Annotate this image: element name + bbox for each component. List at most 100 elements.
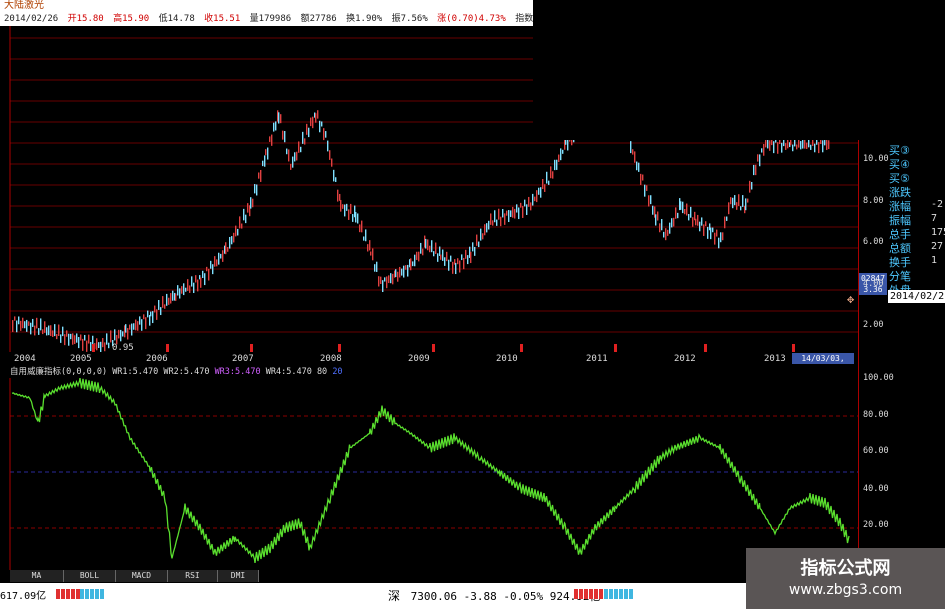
year-label-2011: 2011 xyxy=(586,354,608,364)
candle xyxy=(84,334,86,341)
candle xyxy=(348,209,350,220)
indicator-tick-2: 60.00 xyxy=(863,446,889,456)
candle xyxy=(58,324,60,336)
candle xyxy=(796,144,798,150)
tab-boll[interactable]: BOLL xyxy=(64,570,116,582)
candle xyxy=(90,342,92,352)
candle xyxy=(160,307,162,316)
candle xyxy=(488,220,490,230)
candle xyxy=(433,251,435,257)
candle xyxy=(552,171,554,179)
event-marker[interactable] xyxy=(166,344,169,352)
indicator-wr4: WR4:5.470 xyxy=(265,367,312,377)
event-marker[interactable] xyxy=(520,344,523,352)
candle xyxy=(781,142,783,153)
event-marker[interactable] xyxy=(704,344,707,352)
candle xyxy=(667,229,669,236)
range-label[interactable]: 14/03/03, xyxy=(792,353,854,364)
candle xyxy=(675,207,677,219)
candle xyxy=(636,161,638,171)
candle xyxy=(12,320,14,332)
candle xyxy=(632,149,634,155)
quote-date: 2014/02/26 xyxy=(4,14,59,24)
candle xyxy=(697,214,699,226)
candle xyxy=(80,334,82,341)
candle xyxy=(742,195,744,207)
candle xyxy=(365,229,367,242)
candle xyxy=(726,216,728,221)
candle xyxy=(333,169,335,182)
candle xyxy=(269,136,271,142)
candle xyxy=(459,260,461,273)
candle xyxy=(172,290,174,301)
tab-dmi[interactable]: DMI xyxy=(218,570,259,582)
candle xyxy=(659,223,661,233)
candle xyxy=(256,184,258,196)
indicator-chart[interactable] xyxy=(0,378,858,570)
candle xyxy=(444,257,446,266)
candle xyxy=(108,342,110,349)
candle xyxy=(250,197,252,209)
event-marker[interactable] xyxy=(92,344,95,352)
tab-ma[interactable]: MA xyxy=(10,570,64,582)
candle xyxy=(476,234,478,246)
tab-macd[interactable]: MACD xyxy=(116,570,168,582)
candle xyxy=(663,231,665,238)
candle xyxy=(405,265,407,270)
candle xyxy=(66,330,68,337)
candle xyxy=(540,187,542,198)
quote-close: 收15.51 xyxy=(204,14,241,24)
candle xyxy=(137,321,139,331)
event-marker[interactable] xyxy=(250,344,253,352)
quote-change: 涨(0.70)4.73% xyxy=(437,14,506,24)
tab-rsi[interactable]: RSI xyxy=(168,570,218,582)
candle xyxy=(439,246,441,256)
candle xyxy=(684,208,686,215)
event-marker[interactable] xyxy=(338,344,341,352)
event-marker[interactable] xyxy=(792,344,795,352)
candle xyxy=(640,173,642,185)
candle xyxy=(296,151,298,161)
status-left-amount: 617.09亿 xyxy=(0,591,47,602)
candle xyxy=(773,141,775,154)
candle xyxy=(64,334,66,346)
candle xyxy=(152,311,154,324)
candle xyxy=(490,213,492,225)
event-marker[interactable] xyxy=(614,344,617,352)
candle xyxy=(44,321,46,333)
candle xyxy=(463,257,465,270)
candle xyxy=(397,271,399,282)
candle xyxy=(480,228,482,241)
quote-index: 指数(-488. xyxy=(515,14,533,24)
candle xyxy=(300,146,302,153)
market-bars4-icon xyxy=(604,589,634,599)
candle xyxy=(264,155,266,167)
candle xyxy=(243,208,245,221)
candle xyxy=(427,239,429,251)
candle xyxy=(699,221,701,232)
candle xyxy=(156,309,158,320)
candle xyxy=(82,338,84,351)
candle xyxy=(669,222,671,234)
candle xyxy=(532,193,534,206)
candle xyxy=(331,158,333,167)
event-marker[interactable] xyxy=(432,344,435,352)
candle xyxy=(474,246,476,256)
market-index-value: 7300.06 xyxy=(410,590,457,603)
candle xyxy=(34,325,36,336)
candle xyxy=(98,342,100,349)
candle xyxy=(54,324,56,337)
market-index: 深 7300.06 -3.88 -0.05% 924.92亿 xyxy=(388,587,601,604)
candle xyxy=(736,202,738,210)
candle xyxy=(48,325,50,336)
candle xyxy=(714,232,716,245)
year-label-2008: 2008 xyxy=(320,354,342,364)
candle xyxy=(520,202,522,208)
candle xyxy=(359,224,361,233)
candle xyxy=(187,279,189,291)
candle xyxy=(824,139,826,146)
candle xyxy=(510,210,512,217)
candle xyxy=(129,324,131,330)
candle xyxy=(680,201,682,210)
candle xyxy=(542,179,544,190)
